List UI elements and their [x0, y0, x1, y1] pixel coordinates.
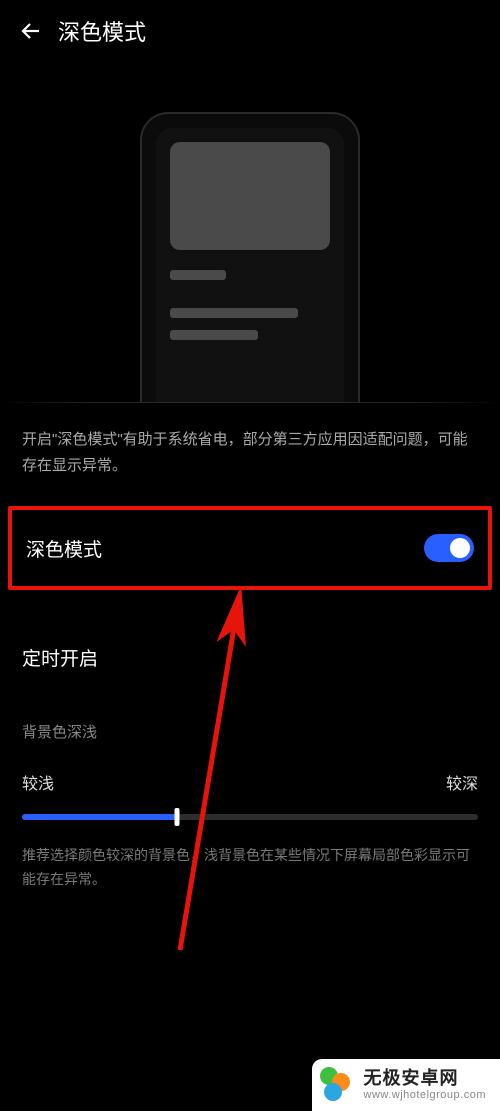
page-title: 深色模式: [58, 15, 146, 47]
bg-depth-section-label: 背景色深浅: [0, 705, 500, 752]
dark-mode-description: 开启"深色模式"有助于系统省电，部分第三方应用因适配问题，可能存在显示异常。: [0, 403, 500, 506]
slider-fill: [22, 814, 177, 820]
scheduled-enable-label: 定时开启: [22, 649, 98, 670]
slider-thumb[interactable]: [175, 808, 180, 826]
watermark-name: 无极安卓网: [364, 1069, 487, 1089]
preview-line: [170, 330, 258, 340]
watermark-url: www.wjhotelgroup.com: [364, 1089, 487, 1101]
preview-line: [170, 270, 226, 280]
dark-mode-preview: [0, 62, 500, 402]
phone-screen: [156, 128, 344, 402]
dark-mode-toggle-highlight: 深色模式: [8, 506, 492, 590]
dark-mode-switch[interactable]: [424, 534, 474, 562]
bg-depth-max-label: 较深: [446, 770, 478, 794]
app-bar: 深色模式: [0, 0, 500, 62]
phone-frame: [140, 112, 360, 402]
bg-depth-min-label: 较浅: [22, 770, 54, 794]
watermark: 无极安卓网 www.wjhotelgroup.com: [312, 1059, 500, 1111]
bg-depth-slider[interactable]: [22, 812, 478, 822]
preview-image-block: [170, 142, 330, 250]
arrow-left-icon: [19, 19, 43, 43]
watermark-logo-icon: [320, 1067, 356, 1103]
dark-mode-toggle-label: 深色模式: [26, 535, 102, 562]
bg-depth-slider-labels: 较浅 较深: [0, 752, 500, 806]
bg-depth-hint: 推荐选择颜色较深的背景色，浅背景色在某些情况下屏幕局部色彩显示可能存在异常。: [0, 822, 500, 892]
dark-mode-toggle-row[interactable]: 深色模式: [12, 510, 488, 586]
preview-line: [170, 308, 298, 318]
scheduled-enable-row[interactable]: 定时开启: [0, 610, 500, 705]
back-button[interactable]: [14, 14, 48, 48]
